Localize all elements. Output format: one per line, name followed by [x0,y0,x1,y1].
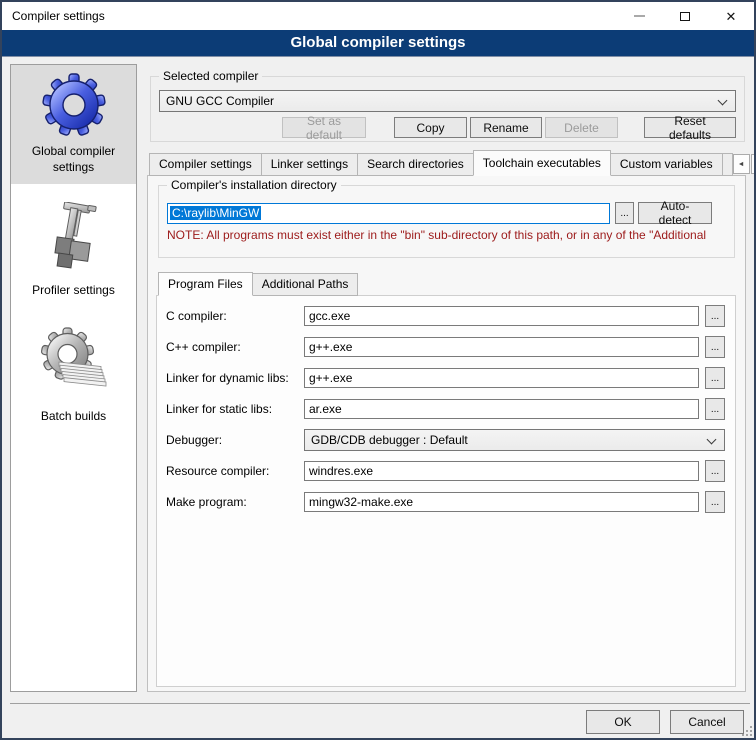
sidebar: Global compiler settings [10,64,137,692]
form-row-c-compiler: C compiler: ... [166,305,726,327]
sidebar-item-label: Profiler settings [32,283,115,299]
maximize-button[interactable] [662,2,708,30]
field-label: C compiler: [166,309,304,323]
resize-grip[interactable] [741,725,752,736]
tab-search-directories[interactable]: Search directories [357,153,474,176]
tab-additional-paths[interactable]: Additional Paths [252,273,359,296]
main-panel: Selected compiler GNU GCC Compiler Set a… [147,64,747,692]
minimize-button[interactable] [616,2,662,30]
sidebar-item-label: Batch builds [41,409,106,425]
chevron-down-icon [707,435,717,445]
rename-button[interactable]: Rename [470,117,542,138]
footer-divider [10,703,750,704]
delete-button[interactable]: Delete [545,117,618,138]
tab-toolchain-executables[interactable]: Toolchain executables [473,150,611,176]
tab-compiler-settings[interactable]: Compiler settings [149,153,262,176]
field-label: Debugger: [166,433,304,447]
minimize-icon [634,15,645,17]
make-program-input[interactable] [304,492,699,512]
field-label: Resource compiler: [166,464,304,478]
debugger-select[interactable]: GDB/CDB debugger : Default [304,429,725,451]
selected-compiler-group: Selected compiler GNU GCC Compiler Set a… [150,76,745,142]
linker-static-input[interactable] [304,399,699,419]
install-dir-row: C:\raylib\MinGW ... Auto-detect [167,202,726,224]
install-dir-browse-button[interactable]: ... [615,202,634,224]
set-as-default-button[interactable]: Set as default [282,117,366,138]
tab-scroll-left-button[interactable]: ◄ [733,154,750,174]
maximize-icon [680,12,690,21]
form-row-linker-dynamic: Linker for dynamic libs: ... [166,367,726,389]
close-button[interactable]: ✕ [708,2,754,30]
settings-tabstrip: Compiler settings Linker settings Search… [147,150,747,175]
compiler-buttons-row: Set as default Copy Rename Delete Reset … [159,117,736,138]
window-title: Compiler settings [2,9,105,23]
cancel-button[interactable]: Cancel [670,710,744,734]
sidebar-item-label: Global compiler settings [13,144,134,175]
tab-program-files[interactable]: Program Files [158,272,253,296]
c-compiler-input[interactable] [304,306,699,326]
field-label: Linker for static libs: [166,402,304,416]
c-compiler-browse-button[interactable]: ... [705,305,725,327]
tab-scroll-right-button[interactable]: ► [751,154,756,174]
auto-detect-button[interactable]: Auto-detect [638,202,712,224]
resource-compiler-input[interactable] [304,461,699,481]
toolchain-executables-page: Compiler's installation directory C:\ray… [147,175,746,692]
sidebar-item-global-compiler-settings[interactable]: Global compiler settings [11,65,136,184]
compiler-settings-dialog: Compiler settings ✕ Global compiler sett… [0,0,756,740]
close-icon: ✕ [726,10,737,23]
install-dir-input[interactable]: C:\raylib\MinGW [167,203,610,224]
tab-build-options[interactable]: Build options [722,153,733,176]
install-dir-group: Compiler's installation directory C:\ray… [158,185,735,258]
debugger-select-value: GDB/CDB debugger : Default [311,433,468,447]
install-dir-legend: Compiler's installation directory [167,178,341,192]
titlebar: Compiler settings ✕ [2,2,754,30]
linker-dynamic-input[interactable] [304,368,699,388]
field-label: Linker for dynamic libs: [166,371,304,385]
tab-scroll-arrows: ◄ ► [733,154,756,174]
gray-gear-stack-icon [39,326,109,402]
copy-button[interactable]: Copy [394,117,467,138]
caliper-icon [46,202,102,276]
install-dir-selected-text: C:\raylib\MinGW [170,206,261,220]
compiler-select-value: GNU GCC Compiler [166,94,274,108]
compiler-select[interactable]: GNU GCC Compiler [159,90,736,112]
field-label: Make program: [166,495,304,509]
tab-linker-settings[interactable]: Linker settings [261,153,358,176]
blue-gear-icon [42,73,106,137]
chevron-down-icon [718,96,728,106]
make-program-browse-button[interactable]: ... [705,491,725,513]
form-row-linker-static: Linker for static libs: ... [166,398,726,420]
cpp-compiler-input[interactable] [304,337,699,357]
form-row-cpp-compiler: C++ compiler: ... [166,336,726,358]
selected-compiler-legend: Selected compiler [159,69,262,83]
program-files-page: C compiler: ... C++ compiler: ... Linker… [156,295,736,687]
linker-dynamic-browse-button[interactable]: ... [705,367,725,389]
sidebar-item-profiler-settings[interactable]: Profiler settings [11,194,136,308]
tab-custom-variables[interactable]: Custom variables [610,153,723,176]
resource-compiler-browse-button[interactable]: ... [705,460,725,482]
field-label: C++ compiler: [166,340,304,354]
form-row-resource-compiler: Resource compiler: ... [166,460,726,482]
install-dir-note: NOTE: All programs must exist either in … [167,228,726,242]
sidebar-item-batch-builds[interactable]: Batch builds [11,318,136,434]
programs-tabstrip: Program Files Additional Paths [156,272,737,295]
linker-static-browse-button[interactable]: ... [705,398,725,420]
ok-button[interactable]: OK [586,710,660,734]
form-row-make-program: Make program: ... [166,491,726,513]
caption-buttons: ✕ [616,2,754,30]
form-row-debugger: Debugger: GDB/CDB debugger : Default [166,429,726,451]
dialog-header: Global compiler settings [2,30,754,57]
cpp-compiler-browse-button[interactable]: ... [705,336,725,358]
reset-defaults-button[interactable]: Reset defaults [644,117,736,138]
